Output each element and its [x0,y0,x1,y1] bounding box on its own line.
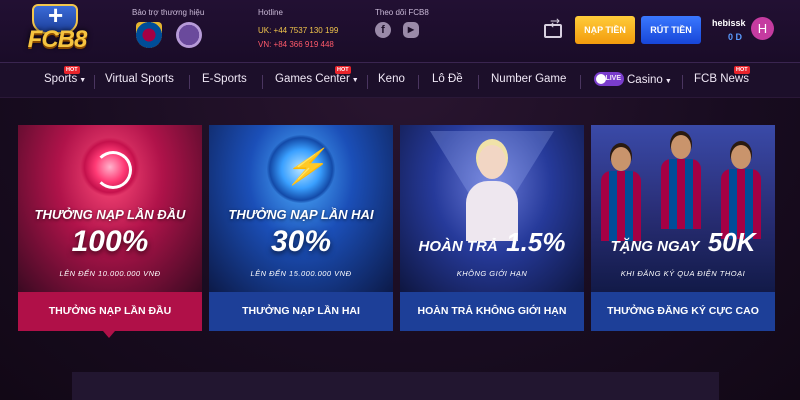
nav-item-number-game[interactable]: Number Game [491,73,566,85]
promo-card-first-deposit[interactable]: THƯỞNG NẠP LẦN ĐẦU 100% LÊN ĐẾN 10.000.0… [18,125,202,331]
model-head [478,145,506,179]
facebook-icon[interactable]: f [375,22,391,38]
promo-headline: TẶNG NGAY 50K [591,227,775,258]
follow-label: Theo dõi FCB8 [375,8,429,17]
player-head [731,145,751,169]
nav-label: Sports [44,73,78,85]
promo-value: 30% [270,225,332,258]
promo-banner[interactable]: THƯỞNG NẠP LẦN ĐẦU 100% LÊN ĐẾN 10.000.0… [18,125,202,292]
promo-headline: HOÀN TRẢ 1.5% [400,227,584,258]
nav-divider [94,75,95,89]
nav-divider [682,75,683,89]
nav-divider [478,75,479,89]
promo-title: THƯỞNG NẠP LẦN ĐẦU [34,207,186,222]
player-shirt [661,159,701,229]
caret-down-icon: ▼ [79,77,87,84]
nav-item-fcb-news[interactable]: FCB News HOT [694,66,750,85]
nav-item-esports[interactable]: E-Sports [202,73,247,85]
promo-subtitle: LÊN ĐẾN 15.000.000 VNĐ [250,269,352,278]
nav-divider [262,75,263,89]
arrow-icon: ⇄ [550,16,561,30]
promo-tab[interactable]: THƯỞNG NẠP LẦN HAI [209,292,393,331]
caret-down-icon: ▼ [351,77,359,84]
deposit-button[interactable]: NẠP TIỀN [575,16,635,44]
nav-item-games-center[interactable]: Games Center ▼ HOT [275,66,359,85]
withdraw-button[interactable]: RÚT TIỀN [641,16,701,44]
promo-title: HOÀN TRẢ [418,238,498,255]
nav-divider [580,75,581,89]
sponsor-label: Bảo trợ thương hiệu [132,8,205,17]
model-image [462,145,522,241]
promo-card-register[interactable]: TẶNG NGAY 50K KHI ĐĂNG KÝ QUA ĐIỆN THOẠI… [591,125,775,331]
nav-item-sports[interactable]: Sports ▼ HOT [44,66,87,85]
nav-label: Keno [378,73,405,85]
nav-label: Lô Đề [432,73,463,85]
nav-item-lo-de[interactable]: Lô Đề [432,73,463,85]
promo-banner[interactable]: ⚡ THƯỞNG NẠP LẦN HAI 30% LÊN ĐẾN 15.000.… [209,125,393,292]
hot-badge: HOT [64,66,80,74]
player-head [671,135,691,159]
nav-item-keno[interactable]: Keno [378,73,405,85]
promo-banner[interactable]: TẶNG NGAY 50K KHI ĐĂNG KÝ QUA ĐIỆN THOẠI [591,125,775,292]
hot-badge: HOT [734,66,750,74]
nav-divider [189,75,190,89]
promo-tab[interactable]: THƯỞNG NẠP LẦN ĐẦU [18,292,202,331]
promo-subtitle: KHÔNG GIỚI HẠN [456,269,528,278]
promo-value: 1.5% [506,227,566,257]
transfer-icon[interactable]: ⇄ [540,16,566,40]
promo-value: 100% [71,225,149,258]
nav-item-casino[interactable]: LIVE Casino ▼ [594,72,672,87]
hotline-uk[interactable]: UK: +44 7537 130 199 [258,26,338,35]
nav-divider [367,75,368,89]
caret-down-icon: ▼ [664,78,672,86]
live-badge: LIVE [594,72,624,86]
content-panel [72,372,719,400]
hotline-label: Hotline [258,8,283,17]
promo-subtitle: LÊN ĐẾN 10.000.000 VNĐ [59,269,161,278]
player-head [611,147,631,171]
header: FCB8 Bảo trợ thương hiệu Hotline UK: +44… [0,0,800,62]
promo-tab[interactable]: HOÀN TRẢ KHÔNG GIỚI HẠN [400,292,584,331]
promo-tab[interactable]: THƯỞNG ĐĂNG KÝ CỰC CAO [591,292,775,331]
nav-label: Number Game [491,73,567,85]
promo-title: THƯỞNG NẠP LẦN HAI [228,207,374,222]
page: FCB8 Bảo trợ thương hiệu Hotline UK: +44… [0,0,800,400]
nav-divider [418,75,419,89]
username[interactable]: hebissk [712,18,746,28]
hotline-vn[interactable]: VN: +84 366 919 448 [258,40,334,49]
promo-card-second-deposit[interactable]: ⚡ THƯỞNG NẠP LẦN HAI 30% LÊN ĐẾN 15.000.… [209,125,393,331]
nav-label: Games Center [275,73,350,85]
club-crest-icon[interactable] [176,22,202,48]
active-tab-pointer-icon [103,331,115,338]
promo-banner[interactable]: HOÀN TRẢ 1.5% KHÔNG GIỚI HẠN [400,125,584,292]
logo[interactable]: FCB8 [18,0,96,58]
logo-text: FCB8 [27,26,88,53]
promo-value: 50K [707,227,756,257]
nav-label: Virtual Sports [105,73,174,85]
youtube-icon[interactable]: ▶ [403,22,419,38]
nav-label: E-Sports [202,73,247,85]
nav-item-virtual-sports[interactable]: Virtual Sports [105,73,174,85]
main-nav: Sports ▼ HOT Virtual Sports E-Sports Game… [0,62,800,98]
promo-card-cashback[interactable]: HOÀN TRẢ 1.5% KHÔNG GIỚI HẠN HOÀN TRẢ KH… [400,125,584,331]
hot-badge: HOT [335,66,351,74]
barcelona-crest-icon[interactable] [136,22,162,48]
promo-title: TẶNG NGAY [610,238,700,255]
balance: 0 D [728,32,743,42]
avatar[interactable]: H [751,17,774,40]
promo-subtitle: KHI ĐĂNG KÝ QUA ĐIỆN THOẠI [620,269,746,278]
nav-label: FCB News [694,73,749,85]
nav-label: Casino [627,74,663,87]
tornado-icon [80,137,140,197]
